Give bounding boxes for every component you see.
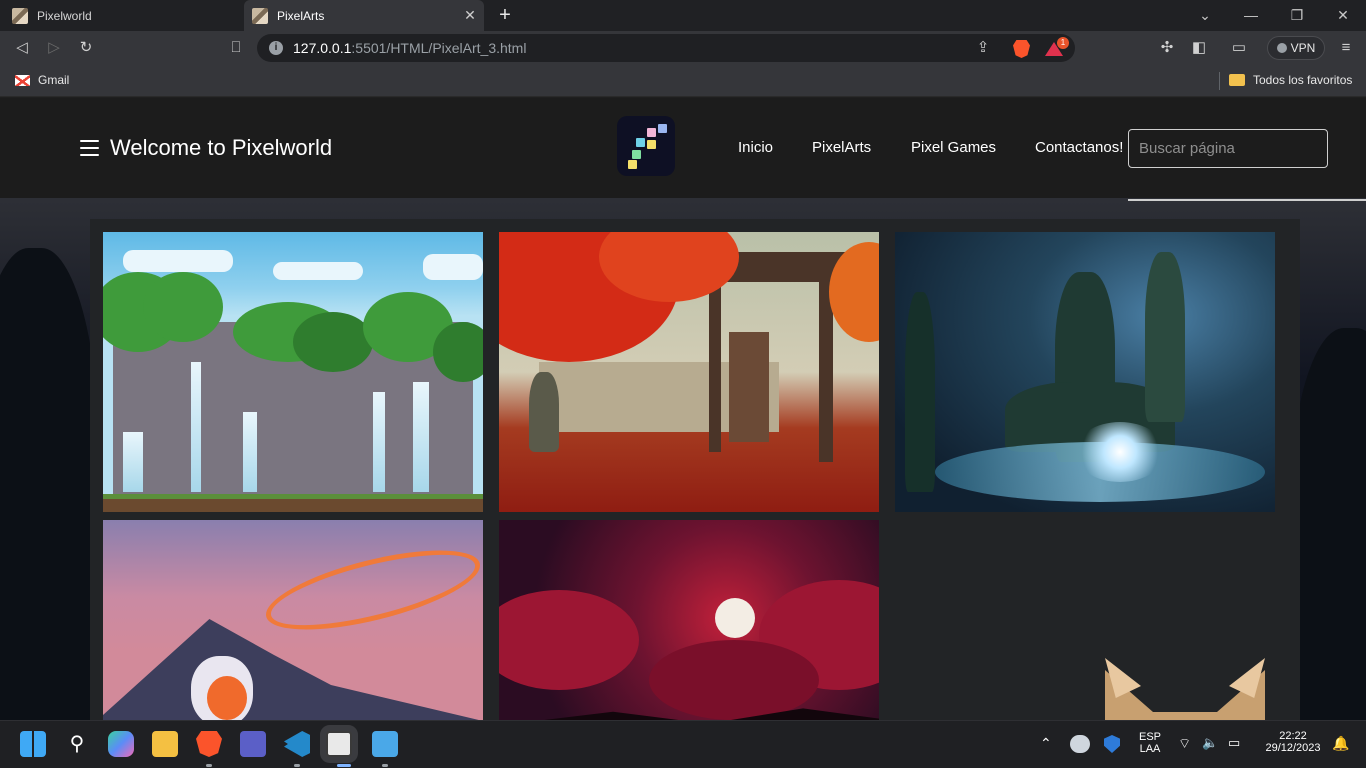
tab-title: PixelArts xyxy=(277,8,325,23)
logo-pixel xyxy=(632,150,641,159)
brave-icon[interactable] xyxy=(196,731,222,757)
bookmark-label: Gmail xyxy=(38,73,70,87)
notifications-bell-icon[interactable]: 🔔 xyxy=(1332,735,1349,752)
mystic-forest-art[interactable] xyxy=(895,232,1275,512)
security-icon[interactable] xyxy=(1104,735,1120,753)
background-tree-silhouette xyxy=(0,248,100,720)
vscode-icon[interactable] xyxy=(284,731,310,757)
reload-icon[interactable]: ↻ xyxy=(76,38,96,58)
favicon-icon xyxy=(12,7,28,24)
minimize-button[interactable]: — xyxy=(1236,5,1266,25)
nav-inicio[interactable]: Inicio xyxy=(738,139,773,156)
gmail-icon xyxy=(15,74,30,86)
browser-toolbar: ◁ ▷ ↻ ⎕ i 127.0.0.1:5501/HTML/PixelArt_3… xyxy=(0,31,1366,65)
share-icon[interactable]: ⇪ xyxy=(973,38,993,58)
bookmark-all-favorites[interactable]: Todos los favoritos xyxy=(1229,73,1352,87)
vpn-button[interactable]: VPN xyxy=(1267,36,1325,60)
url-path: :5501/HTML/PixelArt_3.html xyxy=(351,40,527,56)
teams-icon[interactable] xyxy=(240,731,266,757)
logo-pixel xyxy=(647,140,656,149)
tab-search-chevron-icon[interactable]: ⌄ xyxy=(1190,5,1220,25)
language-indicator[interactable]: ESP LAA xyxy=(1136,731,1164,755)
language-label: ESP xyxy=(1138,731,1161,743)
vpn-status-icon xyxy=(1276,43,1287,53)
site-title: Welcome to Pixelworld xyxy=(110,135,333,160)
autumn-gate-art[interactable] xyxy=(499,232,879,512)
search-icon[interactable]: ⚲ xyxy=(64,731,90,757)
extensions-icon[interactable]: ✣ xyxy=(1157,38,1177,58)
site-info-icon[interactable]: i xyxy=(269,41,283,55)
wallet-icon[interactable]: ▭ xyxy=(1229,38,1249,58)
nav-pixel-games[interactable]: Pixel Games xyxy=(911,139,996,156)
file-explorer-icon[interactable] xyxy=(152,731,178,757)
nav-pixelarts[interactable]: PixelArts xyxy=(812,139,871,156)
search-underline xyxy=(1128,199,1366,201)
browser-tab-bar: Pixelworld PixelArts ✕ + ⌄ — ❐ ✕ xyxy=(0,0,1366,31)
bookmarks-bar: Gmail Todos los favoritos xyxy=(0,65,1366,97)
new-tab-button[interactable]: + xyxy=(494,4,516,26)
logo-pixel xyxy=(658,124,667,133)
menu-icon[interactable]: ≡ xyxy=(1336,38,1356,58)
brave-shields-icon[interactable] xyxy=(1013,40,1030,58)
cat-art[interactable] xyxy=(895,520,1275,720)
volume-icon[interactable]: 🔈 xyxy=(1202,735,1218,751)
nav-contactanos[interactable]: Contactanos! xyxy=(1035,139,1123,156)
site-header: Welcome to Pixelworld Inicio PixelArts P… xyxy=(0,98,1366,198)
snipping-tool-icon[interactable] xyxy=(326,731,352,757)
background-tree-silhouette xyxy=(1290,328,1366,720)
search-input[interactable] xyxy=(1128,129,1328,168)
clock-time: 22:22 xyxy=(1279,730,1307,742)
hamburger-menu-icon[interactable] xyxy=(80,140,99,156)
url-host: 127.0.0.1 xyxy=(293,40,352,56)
rewards-count-badge: 1 xyxy=(1057,37,1069,49)
copilot-icon[interactable] xyxy=(108,731,134,757)
show-hidden-icons-icon[interactable]: ⌃ xyxy=(1040,735,1052,752)
vpn-label: VPN xyxy=(1290,41,1316,55)
gallery-panel xyxy=(90,219,1300,720)
close-window-button[interactable]: ✕ xyxy=(1328,5,1358,25)
waterfall-cliff-art[interactable] xyxy=(103,232,483,512)
site-logo[interactable] xyxy=(617,116,675,176)
page-viewport: Welcome to Pixelworld Inicio PixelArts P… xyxy=(0,98,1366,720)
wifi-icon[interactable]: ⌔ xyxy=(1178,735,1191,753)
astronaut-planet-art[interactable] xyxy=(103,520,483,720)
bookmark-gmail[interactable]: Gmail xyxy=(15,73,69,87)
sidebar-icon[interactable]: ◧ xyxy=(1189,38,1209,58)
tab-pixelworld[interactable]: Pixelworld xyxy=(0,0,240,31)
keyboard-label: LAA xyxy=(1139,743,1161,755)
bookmark-label: Todos los favoritos xyxy=(1253,73,1353,87)
address-bar[interactable]: i 127.0.0.1:5501/HTML/PixelArt_3.html ⇪ … xyxy=(257,34,1075,62)
favicon-icon xyxy=(252,7,268,24)
close-tab-icon[interactable]: ✕ xyxy=(462,7,478,23)
tab-title: Pixelworld xyxy=(37,8,92,23)
folder-icon xyxy=(1229,74,1245,86)
battery-icon[interactable]: ▭ xyxy=(1228,735,1240,751)
windows-start-icon[interactable] xyxy=(20,731,46,757)
notepad-icon[interactable] xyxy=(372,731,398,757)
back-icon[interactable]: ◁ xyxy=(12,38,32,58)
onedrive-icon[interactable] xyxy=(1070,735,1090,753)
windows-taskbar: ⚲ ⌃ ESP LAA ⌔ 🔈 ▭ 22:22 29/12/2023 🔔 xyxy=(0,720,1366,768)
logo-pixel xyxy=(628,160,637,169)
tab-pixelarts[interactable]: PixelArts ✕ xyxy=(244,0,484,31)
red-clouds-moon-art[interactable] xyxy=(499,520,879,720)
forward-icon[interactable]: ▷ xyxy=(44,38,64,58)
logo-pixel xyxy=(636,138,645,147)
clock-date: 29/12/2023 xyxy=(1265,742,1321,754)
bookmarks-divider xyxy=(1219,72,1220,90)
bookmark-icon[interactable]: ⎕ xyxy=(226,38,246,58)
logo-pixel xyxy=(647,128,656,137)
clock[interactable]: 22:22 29/12/2023 xyxy=(1258,730,1328,754)
restore-button[interactable]: ❐ xyxy=(1282,5,1312,25)
